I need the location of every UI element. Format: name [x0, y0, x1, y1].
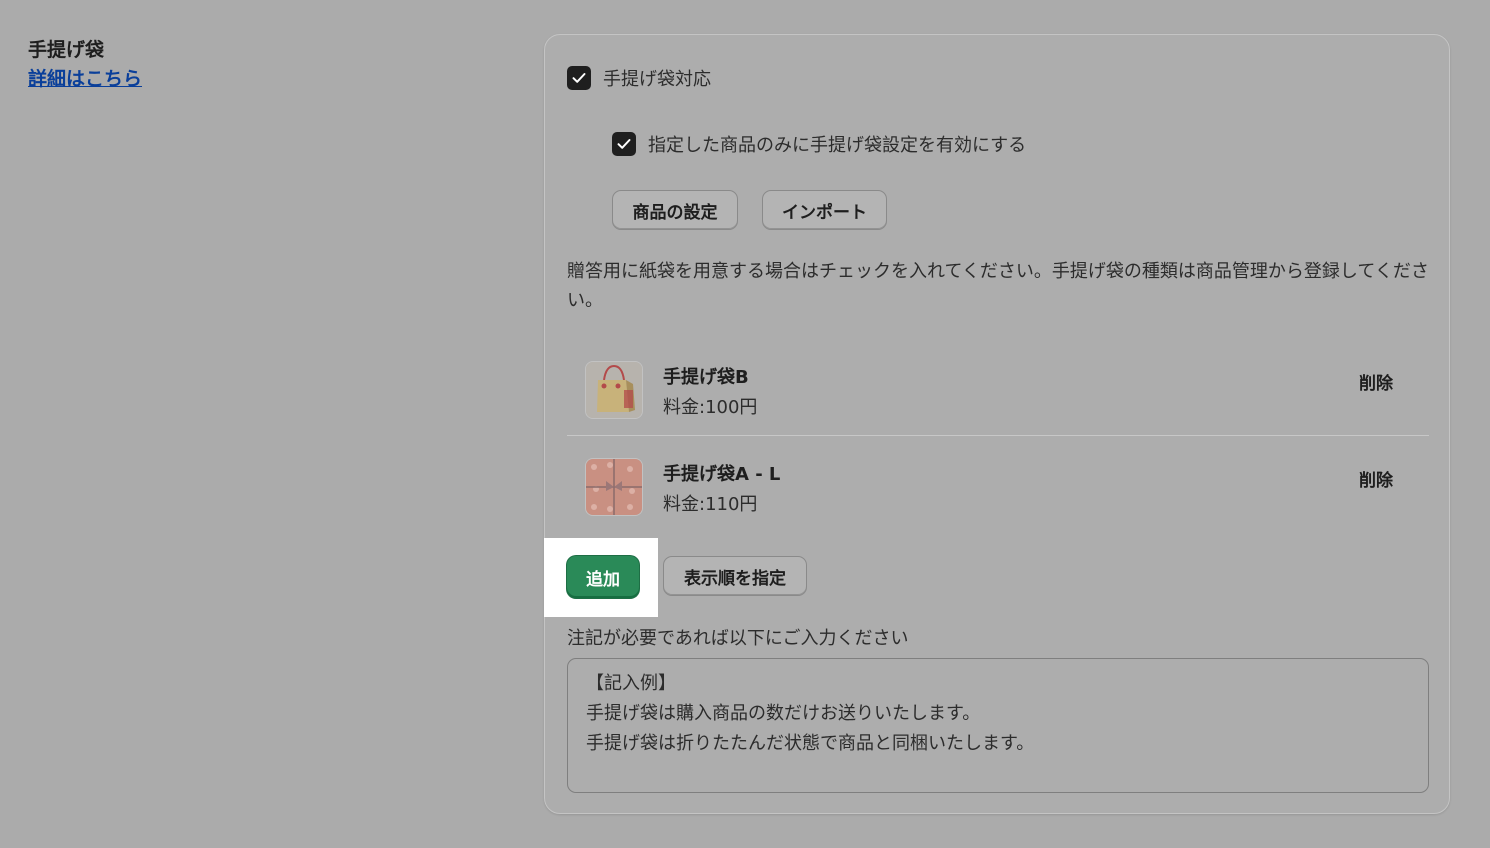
note-textarea[interactable]: 【記入例】 手提げ袋は購入商品の数だけお送りいたします。 手提げ袋は折りたたんだ…	[567, 658, 1429, 793]
delete-button[interactable]: 削除	[1359, 466, 1393, 491]
checkmark-icon	[572, 73, 586, 83]
enable-bag-row[interactable]: 手提げ袋対応	[567, 65, 711, 91]
section-title: 手提げ袋	[28, 39, 105, 61]
limit-products-label: 指定した商品のみに手提げ袋設定を有効にする	[648, 135, 1027, 156]
add-button[interactable]: 追加	[567, 556, 639, 598]
delete-button[interactable]: 削除	[1359, 369, 1393, 394]
enable-bag-label: 手提げ袋対応	[603, 69, 711, 90]
note-label: 注記が必要であれば以下にご入力ください	[567, 628, 909, 649]
note-line: 手提げ袋は折りたたんだ状態で商品と同梱いたします。	[586, 733, 1035, 754]
gift-box-image	[586, 459, 642, 515]
note-line: 手提げ袋は購入商品の数だけお送りいたします。	[586, 703, 981, 724]
paper-bag-image	[586, 362, 642, 418]
gift-box-thumbnail	[585, 458, 643, 516]
item-price: 料金:110円	[663, 494, 758, 515]
limit-products-row[interactable]: 指定した商品のみに手提げ袋設定を有効にする	[612, 131, 1026, 157]
description-text: 贈答用に紙袋を用意する場合はチェックを入れてください。手提げ袋の種類は商品管理か…	[567, 261, 1429, 311]
paper-bag-thumbnail	[585, 361, 643, 419]
import-button[interactable]: インポート	[762, 190, 887, 230]
product-settings-button[interactable]: 商品の設定	[612, 190, 738, 230]
checkmark-icon	[617, 139, 631, 149]
bag-settings-card: 手提げ袋対応 指定した商品のみに手提げ袋設定を有効にする 商品の設定 インポート…	[544, 34, 1450, 814]
item-name: 手提げ袋B	[663, 367, 749, 388]
display-order-button[interactable]: 表示順を指定	[663, 556, 807, 596]
item-name: 手提げ袋A - L	[663, 464, 781, 485]
enable-bag-checkbox[interactable]	[567, 66, 591, 90]
help-link[interactable]: 詳細はこちら	[28, 64, 142, 91]
list-item: 手提げ袋A - L 料金:110円 削除	[567, 435, 1429, 532]
list-item: 手提げ袋B 料金:100円 削除	[567, 339, 1429, 435]
limit-products-checkbox[interactable]	[612, 132, 636, 156]
note-line: 【記入例】	[586, 673, 676, 694]
item-price: 料金:100円	[663, 397, 758, 418]
